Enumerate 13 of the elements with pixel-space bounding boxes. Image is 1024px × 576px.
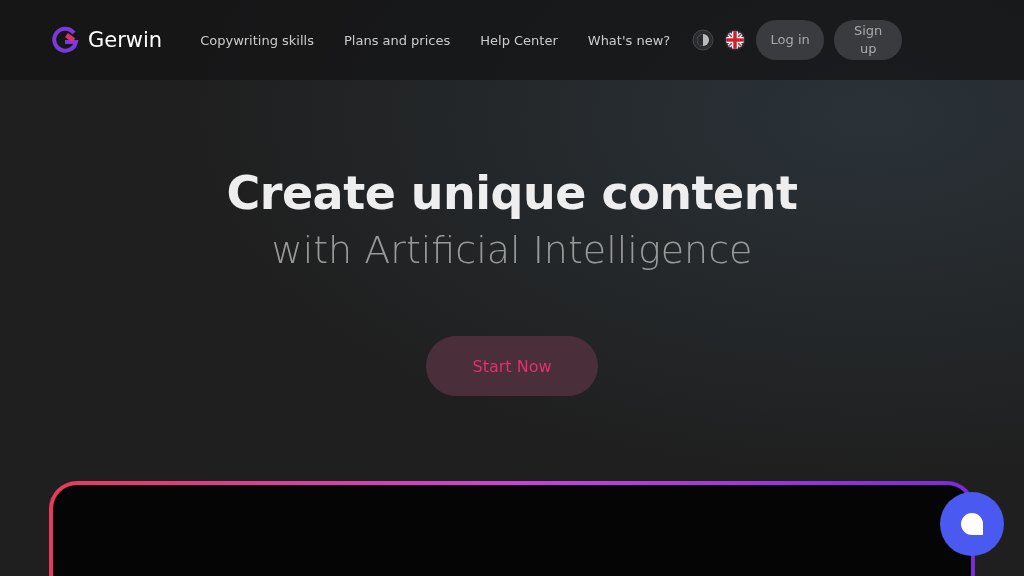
nav-link[interactable]: Help Center (480, 32, 558, 48)
nav-link[interactable]: What's new? (587, 32, 671, 48)
nav-link[interactable]: Plans and prices (343, 32, 451, 48)
logo-icon (50, 25, 80, 55)
nav-link[interactable]: Copywriting skills (200, 32, 314, 48)
brand-name[interactable]: Gerwin (88, 28, 163, 52)
login-button[interactable]: Log in (756, 20, 825, 60)
contrast-icon[interactable] (692, 29, 715, 51)
hero-title: Create unique content (226, 166, 798, 220)
chat-icon (959, 511, 985, 537)
hero-subtitle: with Artificial Intelligence (271, 228, 753, 272)
uk-flag-icon[interactable] (724, 29, 747, 51)
signup-button[interactable]: Sign up (834, 20, 903, 60)
